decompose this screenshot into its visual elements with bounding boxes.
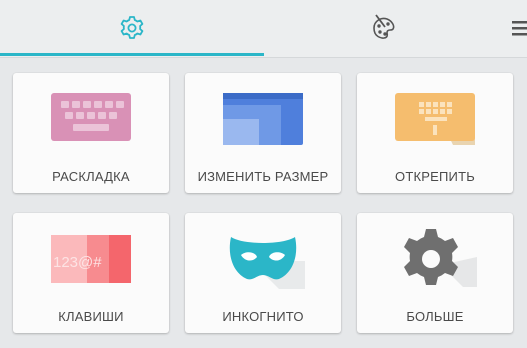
- gear-icon: [404, 229, 477, 287]
- tab-bar: [0, 0, 527, 58]
- tab-theme[interactable]: [264, 0, 504, 56]
- active-tab-indicator: [0, 53, 264, 56]
- incognito-tile[interactable]: ИНКОГНИТО: [185, 213, 341, 333]
- keyboard-layout-icon: [51, 93, 131, 141]
- more-tile[interactable]: БОЛЬШЕ: [357, 213, 513, 333]
- undock-keyboard-icon: [395, 93, 475, 145]
- tab-settings[interactable]: [0, 0, 264, 56]
- tab-menu[interactable]: [504, 0, 527, 56]
- keys-label: КЛАВИШИ: [58, 309, 124, 324]
- hamburger-menu-icon: [512, 21, 527, 36]
- keys-icon: 123@#: [51, 235, 131, 283]
- resize-icon: [223, 93, 303, 145]
- gear-outline-icon: [120, 16, 144, 39]
- incognito-mask-icon: [229, 237, 305, 289]
- undock-label: ОТКРЕПИТЬ: [395, 169, 475, 184]
- resize-tile[interactable]: ИЗМЕНИТЬ РАЗМЕР: [185, 73, 341, 193]
- resize-label: ИЗМЕНИТЬ РАЗМЕР: [197, 169, 329, 184]
- palette-icon: [373, 14, 395, 39]
- keys-icon-text: 123@#: [53, 254, 102, 271]
- keys-tile[interactable]: 123@# КЛАВИШИ: [13, 213, 169, 333]
- undock-tile[interactable]: ОТКРЕПИТЬ: [357, 73, 513, 193]
- layout-tile[interactable]: РАСКЛАДКА: [13, 73, 169, 193]
- layout-label: РАСКЛАДКА: [52, 169, 130, 184]
- incognito-label: ИНКОГНИТО: [222, 309, 304, 324]
- more-label: БОЛЬШЕ: [406, 309, 464, 324]
